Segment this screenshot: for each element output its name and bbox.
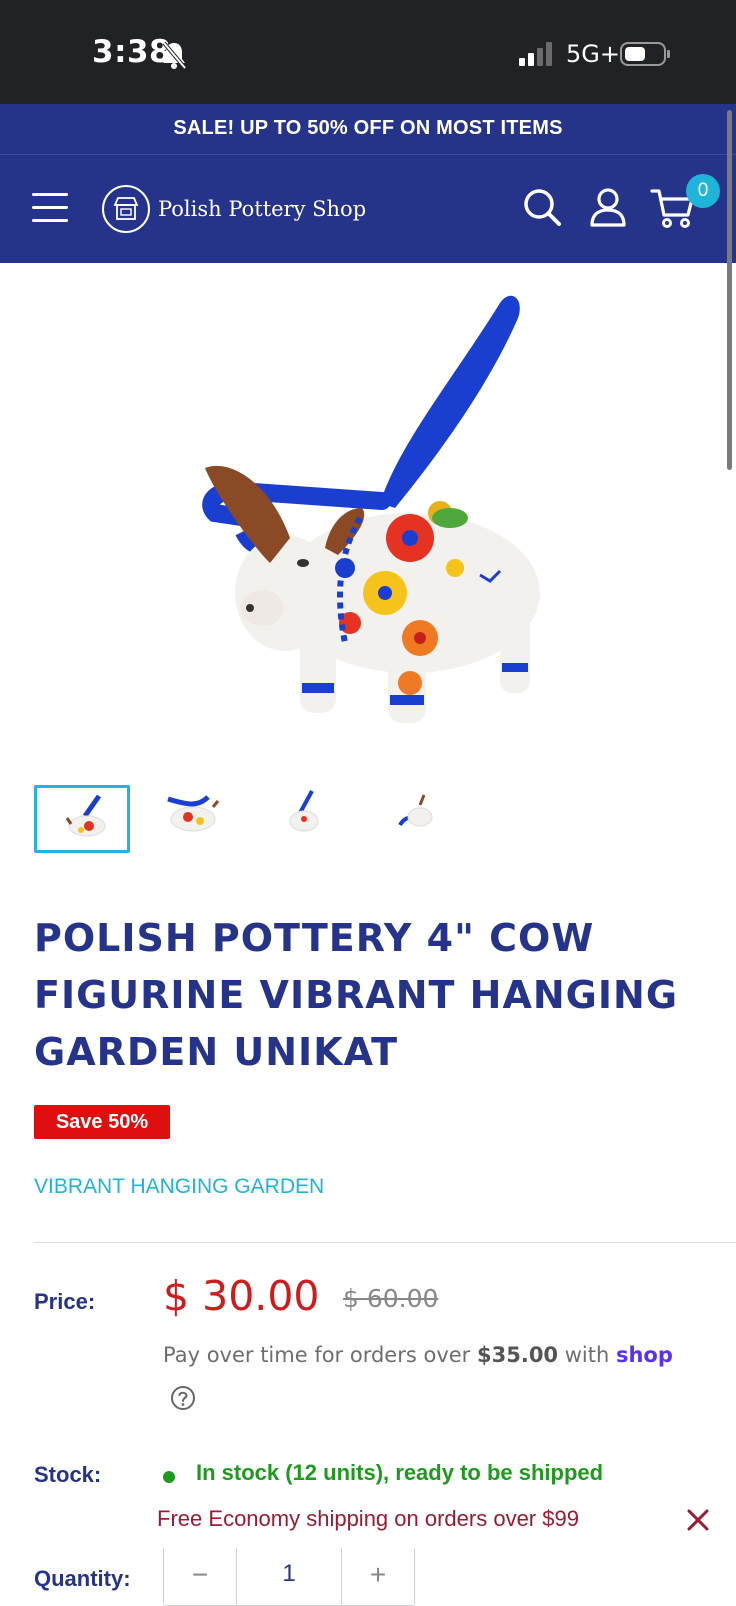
- site-header: Polish Pottery Shop 0: [0, 155, 736, 263]
- installments-amount: $35.00: [477, 1343, 559, 1367]
- shop-pay-logo: shop: [615, 1343, 673, 1367]
- installments-prefix: Pay over time for orders over: [163, 1343, 477, 1367]
- thumbnail-2[interactable]: [148, 785, 244, 853]
- quantity-stepper: − 1 +: [163, 1544, 415, 1606]
- thumbnail-1[interactable]: [34, 785, 130, 853]
- signal-icon: [519, 42, 552, 66]
- battery-icon: [620, 42, 670, 66]
- shipping-notice-text: Free Economy shipping on orders over $99: [157, 1506, 579, 1531]
- current-price: $ 30.00: [163, 1272, 320, 1320]
- quantity-label: Quantity:: [34, 1566, 131, 1591]
- collection-link[interactable]: VIBRANT HANGING GARDEN: [34, 1175, 324, 1199]
- quantity-input[interactable]: 1: [236, 1545, 342, 1605]
- product-image[interactable]: [0, 263, 736, 753]
- logo-text: Polish Pottery Shop: [158, 197, 367, 221]
- storefront-icon: [102, 185, 150, 233]
- product-title: POLISH POTTERY 4" COW FIGURINE VIBRANT H…: [34, 916, 679, 1074]
- cart-count-badge[interactable]: 0: [686, 174, 720, 208]
- installments-notice: Pay over time for orders over $35.00 wit…: [163, 1343, 673, 1367]
- quantity-increase-button[interactable]: +: [342, 1545, 414, 1605]
- divider: [34, 1242, 736, 1243]
- bell-off-icon: [162, 41, 187, 70]
- promo-banner[interactable]: SALE! UP TO 50% OFF ON MOST ITEMS: [0, 104, 736, 155]
- stock-status: In stock (12 units), ready to be shipped: [196, 1460, 604, 1485]
- quantity-decrease-button[interactable]: −: [164, 1545, 236, 1605]
- price-label: Price:: [34, 1289, 96, 1314]
- thumbnail-4[interactable]: [376, 785, 472, 853]
- save-badge: Save 50%: [34, 1105, 170, 1139]
- user-icon[interactable]: [586, 185, 630, 229]
- menu-icon[interactable]: [32, 193, 68, 223]
- question-icon[interactable]: [170, 1385, 196, 1411]
- installments-suffix: with: [558, 1343, 616, 1367]
- original-price: $ 60.00: [343, 1284, 439, 1313]
- network-type: 5G+: [566, 40, 620, 68]
- shipping-notice-bar: Free Economy shipping on orders over $99: [0, 1494, 736, 1548]
- status-bar: 3:38 5G+: [0, 0, 736, 104]
- close-icon[interactable]: [684, 1506, 712, 1534]
- site-logo[interactable]: Polish Pottery Shop: [102, 185, 366, 233]
- thumbnail-3[interactable]: [262, 785, 358, 853]
- search-icon[interactable]: [520, 185, 564, 229]
- in-stock-dot-icon: [163, 1471, 175, 1483]
- stock-label: Stock:: [34, 1462, 102, 1487]
